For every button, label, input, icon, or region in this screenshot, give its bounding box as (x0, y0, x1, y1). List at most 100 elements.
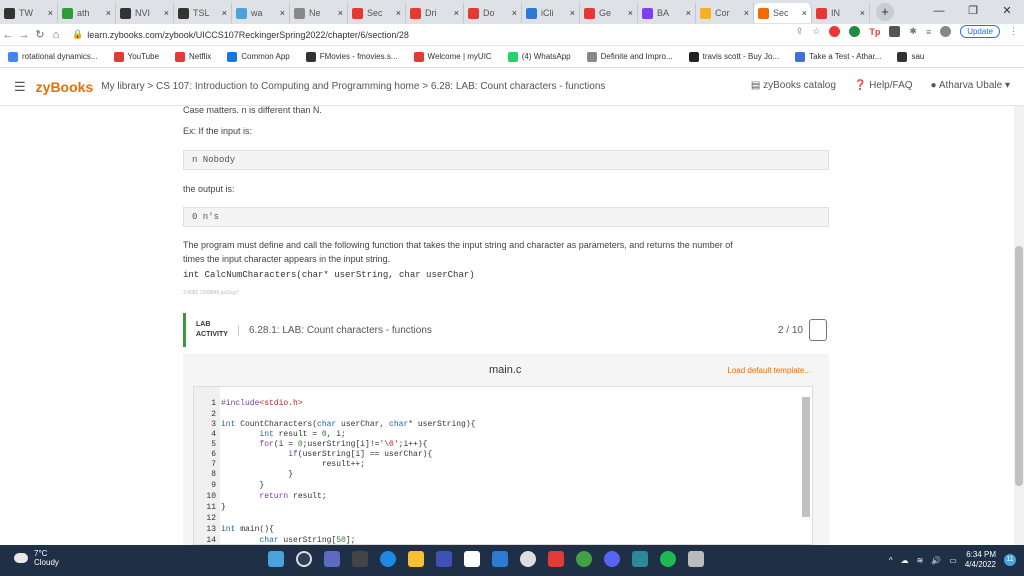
browser-tab[interactable]: Ge × (580, 3, 638, 23)
page-scrollbar[interactable] (1014, 106, 1024, 545)
puzzle-icon[interactable]: ✱ (909, 26, 917, 37)
browser-tab[interactable]: ath × (58, 3, 116, 23)
update-button[interactable]: Update (960, 25, 1000, 38)
bookmark-item[interactable]: FMovies - fmovies.s... (305, 51, 398, 62)
share-icon[interactable]: ⇪ (796, 26, 804, 37)
office-icon[interactable] (548, 551, 564, 567)
extension-icon[interactable] (889, 26, 901, 37)
bookmark-item[interactable]: (4) WhatsApp (507, 51, 571, 62)
notification-badge[interactable]: 11 (1004, 554, 1016, 566)
browser-tab[interactable]: TW × (0, 3, 58, 23)
bookmark-item[interactable]: Take a Test - Athar... (795, 51, 881, 62)
star-icon[interactable]: ☆ (812, 26, 820, 37)
tp-icon[interactable]: Tp (869, 27, 880, 37)
page-scroll-thumb[interactable] (1015, 246, 1023, 486)
browser-tab[interactable]: TSL × (174, 3, 232, 23)
user-menu[interactable]: ● Atharva Ubale ▾ (931, 80, 1010, 91)
browser-tab[interactable]: Dri × (406, 3, 464, 23)
tab-close-icon[interactable]: × (512, 8, 517, 18)
bookmark-item[interactable]: Welcome | myUIC (413, 51, 492, 62)
tab-close-icon[interactable]: × (744, 8, 749, 18)
cloud-sync-icon[interactable]: ☁ (901, 556, 909, 565)
app-icon[interactable] (520, 551, 536, 567)
search-icon[interactable] (296, 551, 312, 567)
reload-icon[interactable]: ↻ (32, 28, 48, 41)
store-icon[interactable] (436, 551, 452, 567)
weather-widget[interactable]: 7°C Cloudy (14, 549, 59, 567)
tab-close-icon[interactable]: × (164, 8, 169, 18)
clock[interactable]: 6:34 PM 4/4/2022 (965, 550, 996, 570)
browser-tab[interactable]: NVI × (116, 3, 174, 23)
tab-close-icon[interactable]: × (454, 8, 459, 18)
tab-close-icon[interactable]: × (570, 8, 575, 18)
code-line: 8 } (211, 470, 294, 479)
browser-tab[interactable]: BA × (638, 3, 696, 23)
new-tab-button[interactable]: + (876, 3, 894, 21)
tab-close-icon[interactable]: × (860, 8, 865, 18)
file-explorer-icon[interactable] (408, 551, 424, 567)
grammarly-icon[interactable] (849, 26, 861, 37)
edge-icon[interactable] (380, 551, 396, 567)
breadcrumb[interactable]: My library > CS 107: Introduction to Com… (101, 81, 605, 92)
app3-icon[interactable] (688, 551, 704, 567)
amazon-icon[interactable] (464, 551, 480, 567)
url-field[interactable]: 🔒 learn.zybooks.com/zybook/UICCS107Recki… (72, 29, 409, 40)
tab-close-icon[interactable]: × (628, 8, 633, 18)
tab-close-icon[interactable]: × (396, 8, 401, 18)
wifi-icon[interactable]: ≋ (917, 556, 924, 565)
bookmark-item[interactable]: YouTube (113, 51, 159, 62)
code-area[interactable]: 1 #include<stdio.h> 2 3 int CountCharacter… (193, 386, 813, 545)
browser-tab[interactable]: Ne × (290, 3, 348, 23)
back-icon[interactable]: ← (0, 29, 16, 41)
bookmark-item[interactable]: Netflix (175, 51, 211, 62)
editor-scrollbar[interactable] (802, 397, 810, 517)
menu-icon[interactable]: ⋮ (1009, 26, 1018, 37)
close-icon[interactable]: ✕ (990, 0, 1024, 22)
lab-tag: LAB ACTIVITY (196, 320, 234, 340)
teams-icon[interactable] (324, 551, 340, 567)
catalog-link[interactable]: ▤ zyBooks catalog (751, 80, 836, 91)
hamburger-menu-icon[interactable]: ☰ (14, 79, 26, 95)
tab-close-icon[interactable]: × (802, 8, 807, 18)
reading-list-icon[interactable]: ≡ (926, 27, 931, 37)
browser-tab[interactable]: wa × (232, 3, 290, 23)
bookmark-label: (4) WhatsApp (521, 52, 571, 61)
minimize-icon[interactable]: — (922, 0, 956, 22)
chrome-icon[interactable] (576, 551, 592, 567)
volume-icon[interactable]: 🔊 (931, 556, 941, 565)
tab-close-icon[interactable]: × (338, 8, 343, 18)
tab-close-icon[interactable]: × (48, 8, 53, 18)
home-icon[interactable]: ⌂ (48, 29, 64, 41)
battery-icon[interactable]: ▭ (949, 556, 957, 565)
spotify-icon[interactable] (660, 551, 676, 567)
adblock-icon[interactable] (829, 26, 841, 37)
lab-title: 6.28.1: LAB: Count characters - function… (238, 324, 432, 336)
browser-tab[interactable]: Do × (464, 3, 522, 23)
tab-close-icon[interactable]: × (686, 8, 691, 18)
restore-icon[interactable]: ❐ (956, 0, 990, 22)
zybooks-logo[interactable]: zyBooks (36, 79, 94, 95)
tab-close-icon[interactable]: × (106, 8, 111, 18)
forward-icon[interactable]: → (16, 29, 32, 41)
profile-icon[interactable] (940, 26, 952, 37)
browser-tab[interactable]: Cor × (696, 3, 754, 23)
browser-tab[interactable]: Sec × (348, 3, 406, 23)
bookmark-item[interactable]: sau (897, 51, 924, 62)
help-link[interactable]: ❓ Help/FAQ (854, 80, 913, 91)
browser-tab[interactable]: IN × (812, 3, 870, 23)
tab-close-icon[interactable]: × (280, 8, 285, 18)
bookmark-item[interactable]: travis scott - Buy Jo... (688, 51, 779, 62)
bookmark-item[interactable]: Definite and Impro... (586, 51, 673, 62)
chevron-up-icon[interactable]: ^ (889, 556, 893, 565)
bookmark-item[interactable]: Common App (227, 51, 290, 62)
dropbox-icon[interactable] (492, 551, 508, 567)
widgets-icon[interactable] (352, 551, 368, 567)
start-icon[interactable] (268, 551, 284, 567)
discord-icon[interactable] (604, 551, 620, 567)
tab-close-icon[interactable]: × (222, 8, 227, 18)
load-default-template-link[interactable]: Load default template... (727, 366, 811, 375)
browser-tab[interactable]: Sec × (754, 3, 812, 23)
bookmark-item[interactable]: rotational dynamics... (8, 51, 98, 62)
browser-tab[interactable]: iCli × (522, 3, 580, 23)
app2-icon[interactable] (632, 551, 648, 567)
